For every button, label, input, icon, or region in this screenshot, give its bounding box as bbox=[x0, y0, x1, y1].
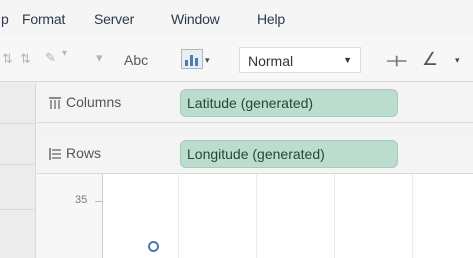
grid-line bbox=[256, 174, 257, 258]
fit-width-icon[interactable]: ⊣⊢ bbox=[386, 53, 407, 70]
menu-item-server[interactable]: Server bbox=[94, 11, 134, 27]
divider bbox=[0, 209, 36, 210]
fit-select[interactable]: Normal ▼ bbox=[239, 47, 361, 73]
show-mark-labels-button[interactable]: Abc bbox=[124, 52, 148, 68]
rows-pill[interactable]: Longitude (generated) bbox=[180, 140, 398, 168]
left-pane bbox=[0, 83, 36, 258]
chevron-down-icon: ▼ bbox=[343, 55, 352, 65]
grid-line bbox=[178, 174, 179, 258]
data-point[interactable] bbox=[148, 241, 159, 252]
columns-pill[interactable]: Latitude (generated) bbox=[180, 89, 398, 117]
rows-pill-label: Longitude (generated) bbox=[187, 146, 325, 162]
rows-shelf-label: Rows bbox=[66, 145, 102, 161]
highlight-icon[interactable]: ✎ bbox=[45, 50, 56, 66]
fit-select-value: Normal bbox=[248, 53, 294, 69]
group-icon[interactable]: ▾ bbox=[96, 50, 103, 66]
columns-icon bbox=[49, 97, 61, 109]
columns-pill-label: Latitude (generated) bbox=[187, 95, 314, 111]
sort-ascending-icon[interactable]: ⇅ bbox=[2, 51, 13, 67]
annotate-pen-icon[interactable]: ∠ bbox=[422, 49, 438, 70]
highlight-caret-icon[interactable]: ▾ bbox=[62, 48, 67, 59]
menu-bar: p Format Server Window Help bbox=[0, 0, 473, 36]
divider bbox=[0, 123, 36, 124]
rows-shelf[interactable]: Rows Longitude (generated) bbox=[37, 134, 473, 174]
grid-line bbox=[412, 174, 413, 258]
toolbar: ⇅ ⇅ ✎ ▾ ▾ Abc ▾ Normal ▼ ⊣⊢ ∠ ▾ bbox=[0, 36, 473, 82]
columns-shelf[interactable]: Columns Latitude (generated) bbox=[37, 83, 473, 123]
y-tick-mark bbox=[95, 201, 102, 202]
show-me-caret-icon[interactable]: ▾ bbox=[205, 55, 210, 66]
columns-shelf-label: Columns bbox=[66, 94, 122, 110]
sort-descending-icon[interactable]: ⇅ bbox=[20, 51, 31, 67]
menu-item-format[interactable]: Format bbox=[22, 11, 65, 27]
menu-item-map[interactable]: p bbox=[1, 11, 9, 27]
rows-icon bbox=[49, 148, 61, 160]
menu-item-help[interactable]: Help bbox=[257, 11, 285, 27]
menu-item-window[interactable]: Window bbox=[171, 11, 220, 27]
show-me-icon[interactable] bbox=[181, 49, 203, 69]
view-canvas[interactable]: 35 bbox=[37, 174, 473, 258]
y-tick-label: 35 bbox=[75, 194, 88, 206]
divider bbox=[0, 164, 36, 165]
annotate-caret-icon[interactable]: ▾ bbox=[455, 55, 460, 66]
grid-line bbox=[334, 174, 335, 258]
